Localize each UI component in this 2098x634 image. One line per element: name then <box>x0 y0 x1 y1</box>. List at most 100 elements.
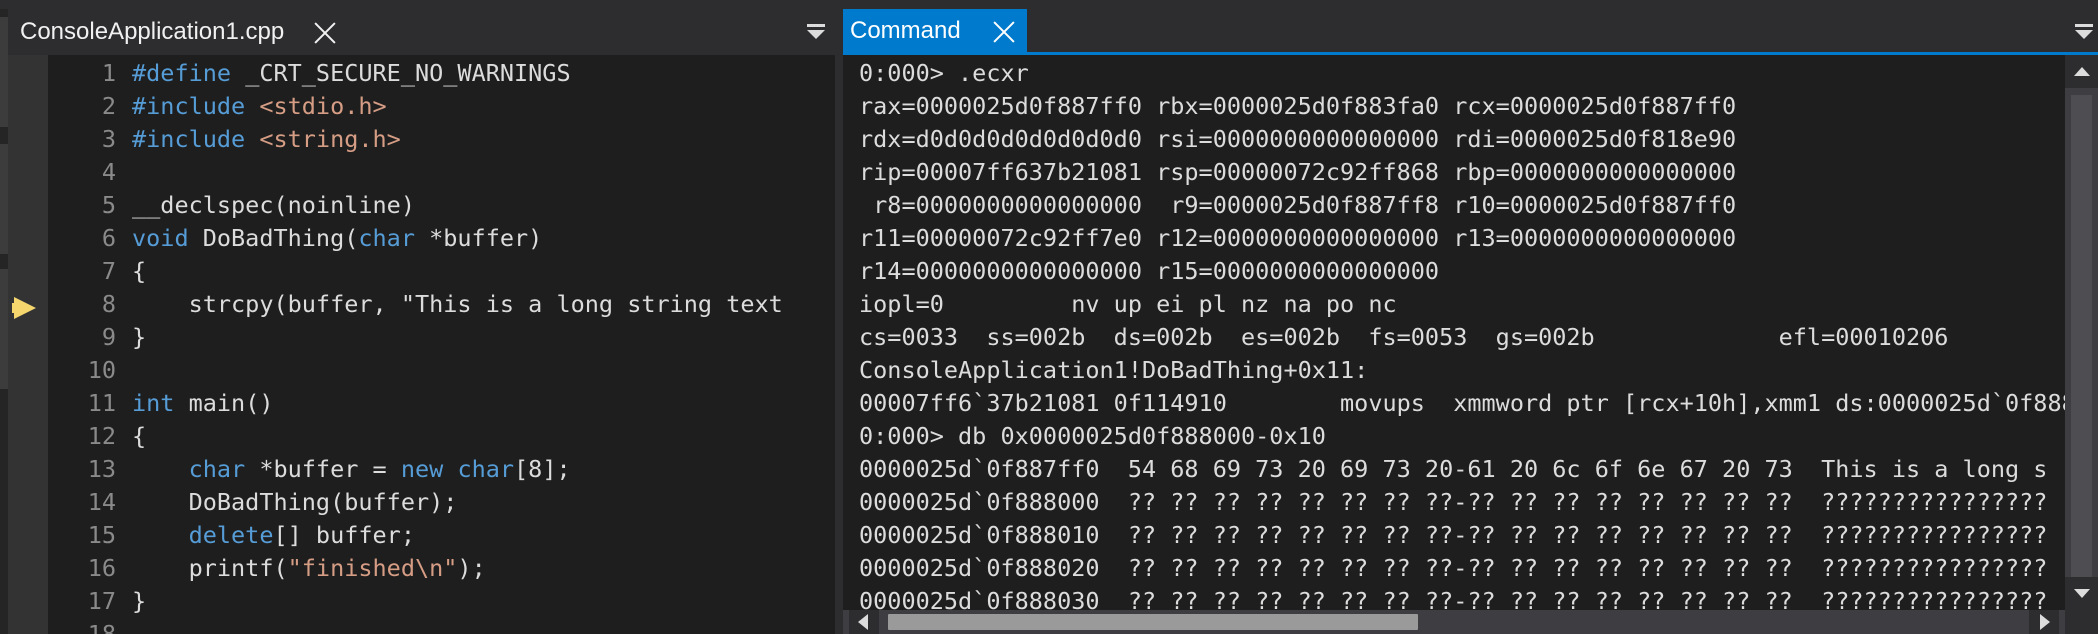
output-line: cs=0033 ss=002b ds=002b es=002b fs=0053 … <box>859 323 1949 351</box>
command-output[interactable]: 0:000> .ecxr rax=0000025d0f887ff0 rbx=000… <box>843 55 2065 610</box>
code-line[interactable]: 7{ <box>48 255 835 288</box>
output-line: 0000025d`0f888010 ?? ?? ?? ?? ?? ?? ?? ?… <box>859 521 2048 549</box>
code-line[interactable]: 13 char *buffer = new char[8]; <box>48 453 835 486</box>
code-line[interactable]: 11 int main() <box>48 387 835 420</box>
horizontal-scroll-thumb[interactable] <box>888 614 1418 630</box>
output-line: r14=0000000000000000 r15=000000000000000… <box>859 257 1440 285</box>
code-token: main() <box>174 389 274 417</box>
line-number: 18 <box>87 620 116 634</box>
output-line: 0000025d`0f888000 ?? ?? ?? ?? ?? ?? ?? ?… <box>859 488 2048 516</box>
line-number: 17 <box>87 587 116 615</box>
line-number: 16 <box>87 554 116 582</box>
code-token: "finished\n" <box>287 554 458 582</box>
code-token: ); <box>457 554 486 582</box>
output-line: 0000025d`0f888020 ?? ?? ?? ?? ?? ?? ?? ?… <box>859 554 2048 582</box>
command-tab-bar: Command <box>843 9 2098 55</box>
code-token: char <box>188 455 246 483</box>
scroll-down-icon <box>2074 589 2090 598</box>
code-line[interactable]: 18 <box>48 618 835 634</box>
code-token: *buffer = <box>245 455 401 483</box>
close-icon[interactable] <box>312 19 338 45</box>
code-token: printf( <box>132 554 288 582</box>
line-number: 15 <box>87 521 116 549</box>
dropdown-icon[interactable] <box>2075 24 2093 39</box>
horizontal-scrollbar[interactable] <box>843 610 2065 634</box>
indicator-margin[interactable] <box>8 55 48 634</box>
code-line[interactable]: 14 DoBadThing(buffer); <box>48 486 835 519</box>
scroll-up-button[interactable] <box>2065 55 2098 88</box>
code-token: { <box>132 422 147 450</box>
code-line[interactable]: 1 #define _CRT_SECURE_NO_WARNINGS <box>48 57 835 90</box>
code-token: _CRT_SECURE_NO_WARNINGS <box>231 59 571 87</box>
code-token: #include <box>132 125 246 153</box>
code-line[interactable]: 2 #include <stdio.h> <box>48 90 835 123</box>
tab-source-file[interactable]: ConsoleApplication1.cpp <box>8 9 353 55</box>
code-line[interactable]: 6 void DoBadThing(char *buffer) <box>48 222 835 255</box>
code-token: *buffer) <box>414 224 543 252</box>
output-line: 0000025d`0f888030 ?? ?? ?? ?? ?? ?? ?? ?… <box>859 587 2048 610</box>
output-line: r8=0000000000000000 r9=0000025d0f887ff8 … <box>859 191 1737 219</box>
code-token: new <box>400 455 444 483</box>
source-code[interactable]: 1 #define _CRT_SECURE_NO_WARNINGS 2 #includ… <box>48 55 835 634</box>
output-line: iopl=0 nv up ei pl nz na po nc <box>859 290 1397 318</box>
output-line: 00007ff6`37b21081 0f114910 movups xmmwor… <box>859 389 2065 417</box>
code-token: [8]; <box>514 455 571 483</box>
current-statement-arrow-icon <box>12 297 36 319</box>
tool-strip-tab[interactable] <box>0 269 8 389</box>
scroll-right-button[interactable] <box>2029 610 2059 634</box>
line-number: 13 <box>87 455 116 483</box>
output-line: 0:000> db 0x0000025d0f888000-0x10 <box>859 422 1326 450</box>
code-token: __declspec(noinline) <box>132 191 415 219</box>
tool-strip-tab[interactable] <box>0 144 8 254</box>
line-number: 14 <box>87 488 116 516</box>
pane-splitter[interactable] <box>835 9 843 634</box>
vertical-scrollbar[interactable] <box>2065 55 2098 610</box>
line-number: 7 <box>101 257 116 285</box>
code-token: } <box>132 587 147 615</box>
code-line[interactable]: 4 <box>48 156 835 189</box>
close-icon[interactable] <box>991 18 1017 44</box>
scroll-up-icon <box>2074 67 2090 76</box>
code-line[interactable]: 12 { <box>48 420 835 453</box>
output-line: rip=00007ff637b21081 rsp=00000072c92ff86… <box>859 158 1737 186</box>
code-line[interactable]: 17} <box>48 585 835 618</box>
code-token: } <box>132 323 147 351</box>
code-line[interactable]: 9} <box>48 321 835 354</box>
line-number: 12 <box>87 422 116 450</box>
line-number: 9 <box>101 323 116 351</box>
output-line: rdx=d0d0d0d0d0d0d0d0 rsi=000000000000000… <box>859 125 1737 153</box>
code-token: DoBadThing(buffer); <box>132 488 458 516</box>
scroll-right-icon <box>2040 614 2050 630</box>
scrollbar-corner <box>2065 610 2098 634</box>
code-token: <stdio.h> <box>259 92 387 120</box>
code-line[interactable]: 15 delete[] buffer; <box>48 519 835 552</box>
code-line[interactable]: 5 __declspec(noinline) <box>48 189 835 222</box>
output-line: rax=0000025d0f887ff0 rbx=0000025d0f883fa… <box>859 92 1737 120</box>
tab-label: Command <box>850 16 961 44</box>
code-line[interactable]: 3 #include <string.h> <box>48 123 835 156</box>
tab-label: ConsoleApplication1.cpp <box>20 18 285 45</box>
code-editor-pane: ConsoleApplication1.cpp 1 #define _CRT_SE… <box>8 9 835 634</box>
dropdown-icon[interactable] <box>807 24 825 39</box>
line-number: 1 <box>101 59 116 87</box>
line-number: 8 <box>101 290 116 318</box>
code-token: [] buffer; <box>273 521 415 549</box>
tool-strip-tab[interactable] <box>0 17 8 127</box>
scroll-down-button[interactable] <box>2065 577 2098 610</box>
output-line: 0000025d`0f887ff0 54 68 69 73 20 69 73 2… <box>859 455 2048 483</box>
tab-command[interactable]: Command <box>843 9 1027 52</box>
code-line[interactable]: 16 printf("finished\n"); <box>48 552 835 585</box>
code-line[interactable]: 10 <box>48 354 835 387</box>
code-token: char <box>457 455 515 483</box>
line-number: 11 <box>87 389 116 417</box>
scroll-left-icon <box>858 614 868 630</box>
output-line: ConsoleApplication1!DoBadThing+0x11: <box>859 356 1369 384</box>
vertical-scroll-thumb[interactable] <box>2071 95 2092 595</box>
line-number: 4 <box>101 158 116 186</box>
scroll-left-button[interactable] <box>849 610 879 634</box>
code-line[interactable]: 8 strcpy(buffer, "This is a long string … <box>48 288 835 321</box>
